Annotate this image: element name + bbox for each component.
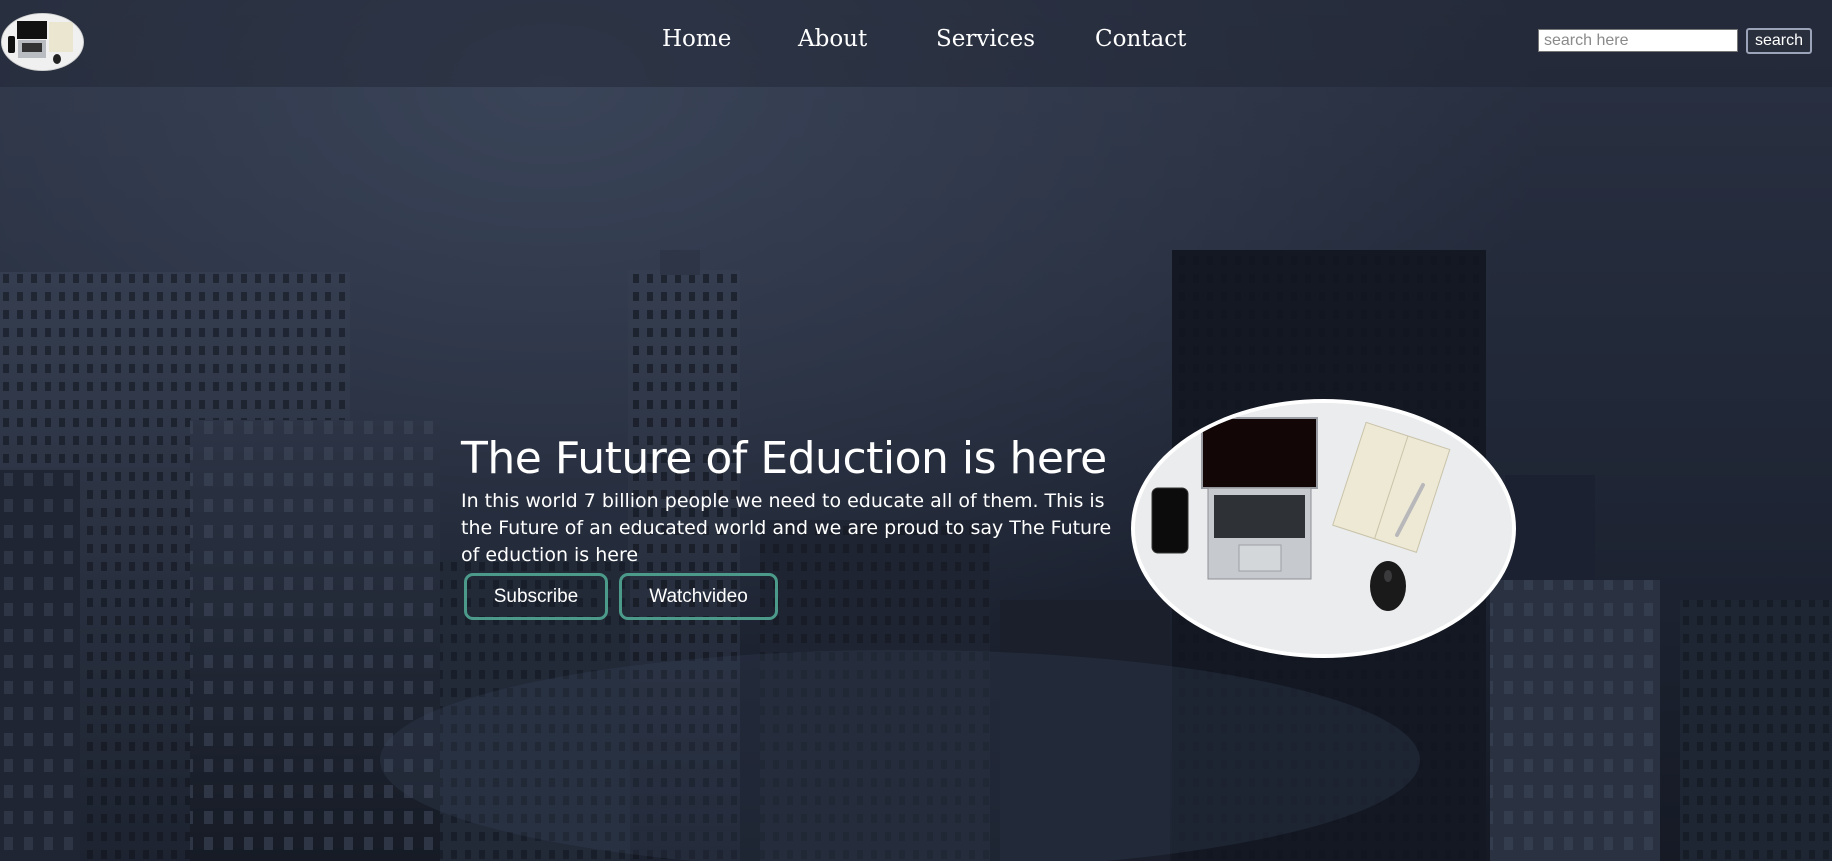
city-skyline-background — [0, 250, 1832, 861]
search-button[interactable]: search — [1746, 28, 1812, 54]
laptop-phone-notebook-mouse-icon — [1135, 403, 1512, 654]
watch-video-button[interactable]: Watchvideo — [619, 573, 778, 620]
hero-workspace-image — [1131, 399, 1516, 658]
hero-title: The Future of Eduction is here — [461, 433, 1107, 484]
search-input[interactable] — [1538, 29, 1738, 52]
subscribe-button[interactable]: Subscribe — [464, 573, 608, 620]
top-navbar: Home About Services Contact search — [0, 0, 1832, 87]
page: Home About Services Contact search The F… — [0, 0, 1832, 861]
nav-about-link[interactable]: About — [798, 26, 867, 52]
nav-contact-link[interactable]: Contact — [1095, 26, 1186, 52]
nav-services-link[interactable]: Services — [936, 26, 1035, 52]
hero-description: In this world 7 billion people we need t… — [461, 490, 1112, 566]
nav-home-link[interactable]: Home — [662, 26, 731, 52]
